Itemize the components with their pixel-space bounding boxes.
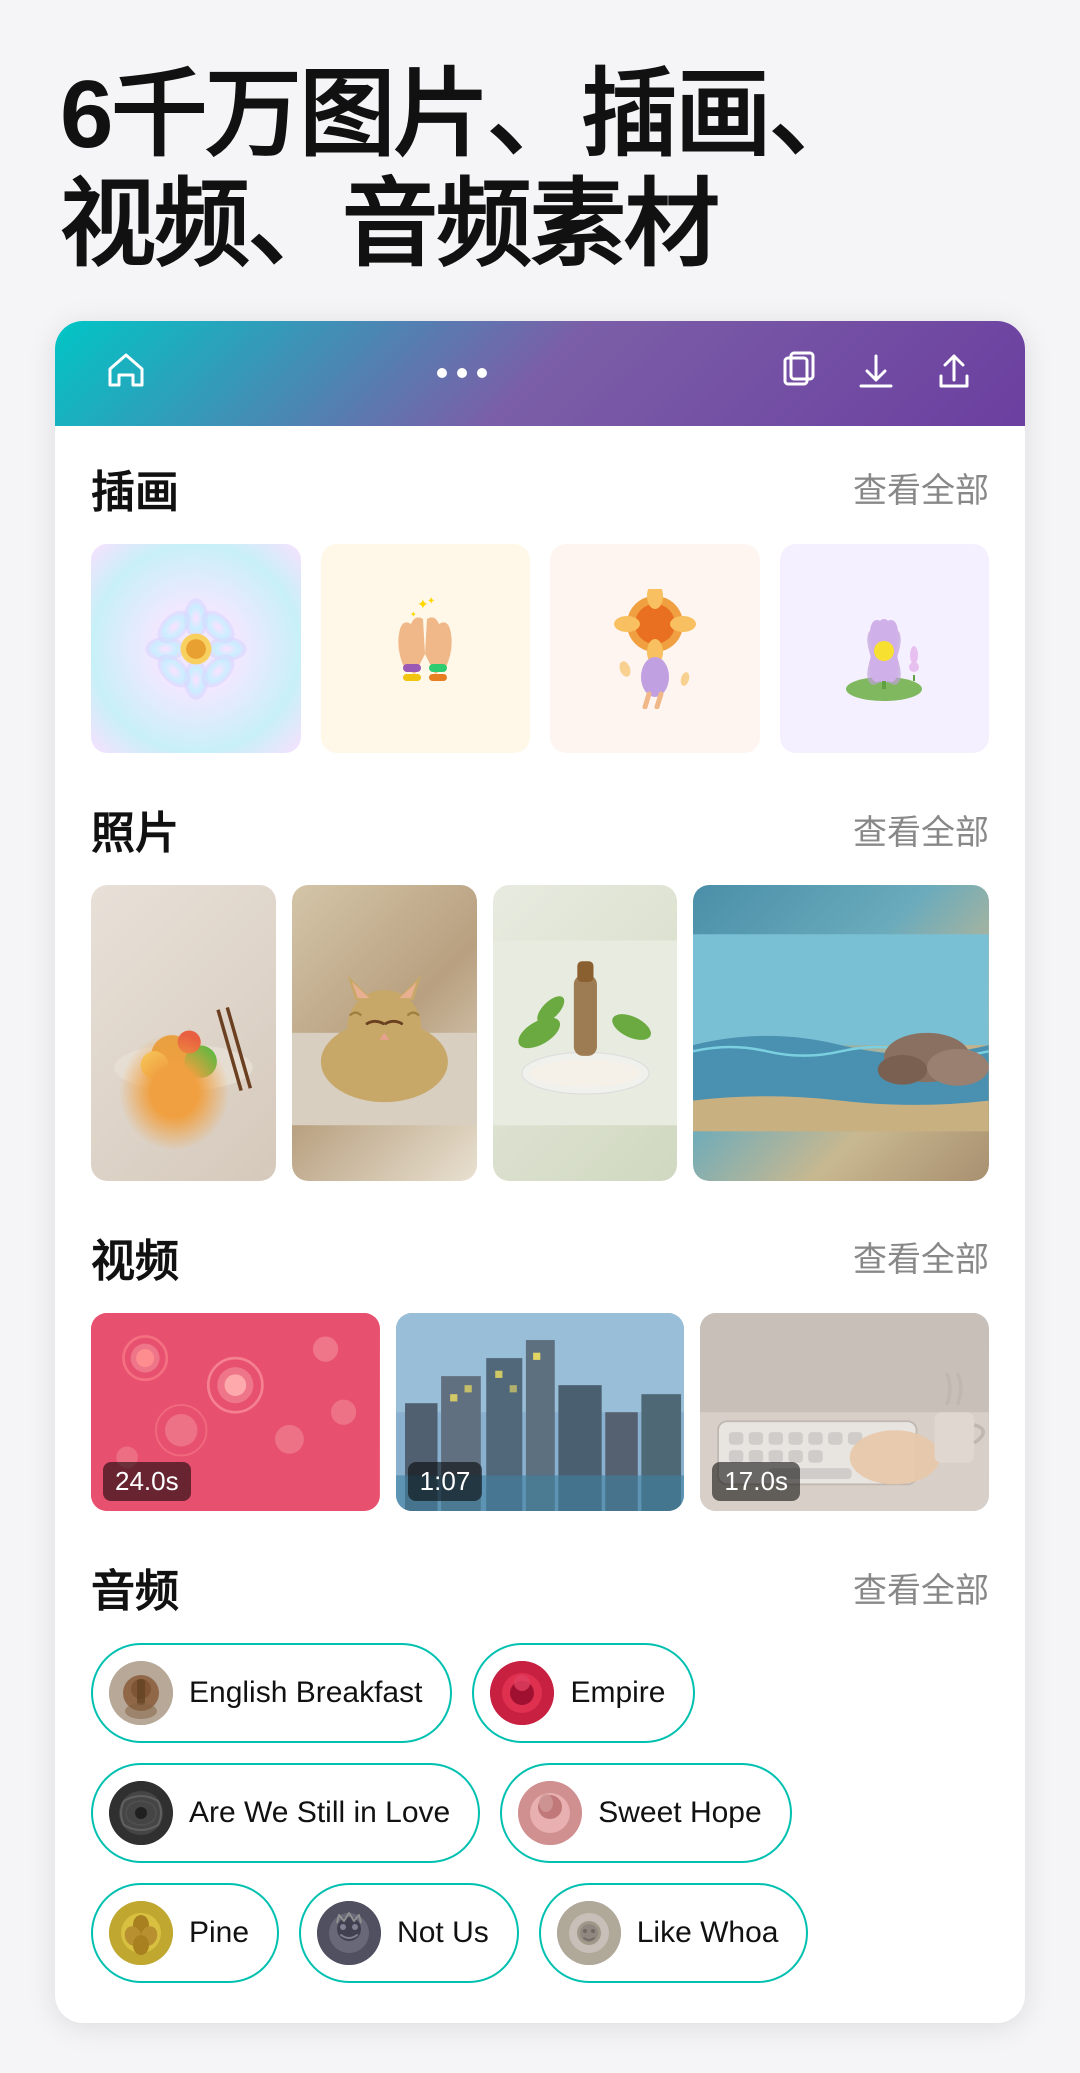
- audio-thumb-sweet: [518, 1781, 582, 1845]
- home-icon[interactable]: [105, 349, 147, 398]
- illus-item-3[interactable]: [550, 544, 760, 754]
- video-section-header: 视频 查看全部: [91, 1225, 989, 1289]
- svg-text:✦: ✦: [427, 596, 435, 607]
- photo-view-all[interactable]: 查看全部: [853, 805, 989, 854]
- video-item-2[interactable]: 1:07: [396, 1313, 685, 1511]
- audio-chip-empire[interactable]: Empire: [472, 1643, 695, 1743]
- video-item-1[interactable]: 24.0s: [91, 1313, 380, 1511]
- audio-chip-whoa[interactable]: Like Whoa: [539, 1883, 809, 1983]
- audio-chip-love[interactable]: Are We Still in Love: [91, 1763, 480, 1863]
- illus-item-1[interactable]: [91, 544, 301, 754]
- illustration-view-all[interactable]: 查看全部: [853, 463, 989, 512]
- app-card: 插画 查看全部: [55, 321, 1025, 2024]
- layers-icon[interactable]: [777, 350, 819, 397]
- audio-label-whoa: Like Whoa: [637, 1916, 779, 1950]
- audio-label-notus: Not Us: [397, 1916, 489, 1950]
- audio-chip-pine[interactable]: Pine: [91, 1883, 279, 1983]
- video-item-3[interactable]: 17.0s: [700, 1313, 989, 1511]
- hero-title: 6千万图片、插画、 视频、音频素材: [0, 0, 1080, 321]
- audio-thumb-whoa: [557, 1901, 621, 1965]
- audio-thumb-love: [109, 1781, 173, 1845]
- audio-label-pine: Pine: [189, 1916, 249, 1950]
- share-icon[interactable]: [933, 350, 975, 397]
- video-duration-3: 17.0s: [712, 1462, 800, 1501]
- audio-thumb-notus: [317, 1901, 381, 1965]
- photo-cat[interactable]: [292, 885, 477, 1181]
- audio-thumb-pine: [109, 1901, 173, 1965]
- audio-label-breakfast: English Breakfast: [189, 1676, 422, 1710]
- audio-chip-sweet[interactable]: Sweet Hope: [500, 1763, 791, 1863]
- video-duration-1: 24.0s: [103, 1462, 191, 1501]
- download-icon[interactable]: [855, 350, 897, 397]
- illus-item-4[interactable]: [780, 544, 990, 754]
- svg-text:✦: ✦: [410, 610, 417, 619]
- video-view-all[interactable]: 查看全部: [853, 1232, 989, 1281]
- audio-thumb-breakfast: [109, 1661, 173, 1725]
- app-content: 插画 查看全部: [55, 426, 1025, 2024]
- app-toolbar: [55, 321, 1025, 426]
- audio-grid: English Breakfast Empire: [91, 1643, 989, 1983]
- photo-row: [91, 885, 989, 1181]
- audio-thumb-empire: [490, 1661, 554, 1725]
- audio-title: 音频: [91, 1555, 179, 1619]
- audio-view-all[interactable]: 查看全部: [853, 1563, 989, 1612]
- audio-label-love: Are We Still in Love: [189, 1796, 450, 1830]
- illus-item-2[interactable]: ✦ ✦ ✦: [321, 544, 531, 754]
- audio-label-empire: Empire: [570, 1676, 665, 1710]
- video-row: 24.0s: [91, 1313, 989, 1511]
- video-title: 视频: [91, 1225, 179, 1289]
- audio-chip-breakfast[interactable]: English Breakfast: [91, 1643, 452, 1743]
- illustration-section-header: 插画 查看全部: [91, 456, 989, 520]
- more-dots[interactable]: [437, 368, 487, 378]
- audio-label-sweet: Sweet Hope: [598, 1796, 761, 1830]
- illustration-row: ✦ ✦ ✦: [91, 544, 989, 754]
- audio-section-header: 音频 查看全部: [91, 1555, 989, 1619]
- illustration-title: 插画: [91, 456, 179, 520]
- photo-sea[interactable]: [693, 885, 989, 1181]
- photo-section-header: 照片 查看全部: [91, 797, 989, 861]
- audio-chip-notus[interactable]: Not Us: [299, 1883, 519, 1983]
- photo-fruits[interactable]: [91, 885, 276, 1181]
- toolbar-right: [777, 350, 975, 397]
- photo-oil[interactable]: [493, 885, 678, 1181]
- video-duration-2: 1:07: [408, 1462, 483, 1501]
- photo-title: 照片: [91, 797, 179, 861]
